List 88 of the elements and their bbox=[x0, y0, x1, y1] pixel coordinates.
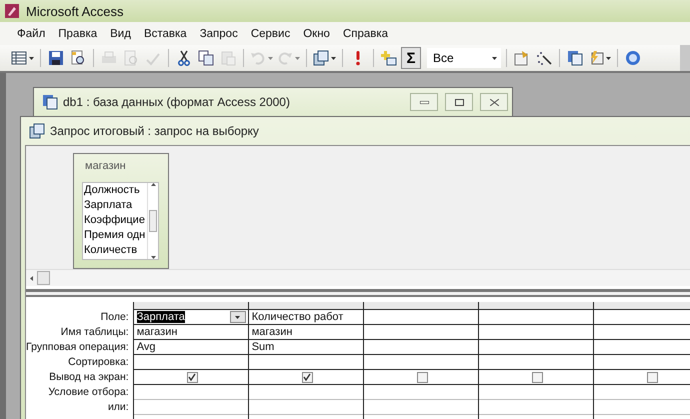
row-label: Сортировка: bbox=[67, 355, 130, 370]
minimize-icon bbox=[420, 100, 428, 104]
dropdown-arrow-icon bbox=[268, 56, 273, 60]
column-selector[interactable] bbox=[134, 302, 248, 310]
close-button[interactable] bbox=[480, 93, 508, 111]
datasheet-icon bbox=[11, 50, 27, 66]
column-selector[interactable] bbox=[594, 302, 690, 310]
row-label: Условие отбора: bbox=[47, 385, 130, 400]
database-window-icon bbox=[42, 94, 58, 110]
dropdown-arrow-icon bbox=[295, 56, 300, 60]
scroll-thumb[interactable] bbox=[149, 210, 157, 232]
checkbox[interactable] bbox=[532, 372, 543, 382]
checkbox[interactable] bbox=[646, 372, 658, 382]
exclamation-icon bbox=[354, 50, 362, 66]
scroll-left-icon[interactable] bbox=[30, 276, 33, 280]
menu-item[interactable]: Файл bbox=[12, 26, 54, 42]
dropdown-button[interactable] bbox=[230, 311, 246, 323]
checkbox[interactable] bbox=[416, 372, 428, 382]
properties-icon bbox=[514, 50, 530, 66]
grid-cell[interactable] bbox=[364, 370, 478, 385]
grid-cell[interactable]: Количество работ bbox=[248, 310, 363, 325]
save-icon bbox=[48, 50, 64, 66]
query-icon bbox=[29, 123, 45, 139]
grid-cell[interactable] bbox=[248, 370, 363, 385]
grid-cell[interactable]: магазин bbox=[248, 325, 363, 340]
row-label: Вывод на экран: bbox=[48, 370, 130, 385]
help-icon bbox=[625, 50, 641, 66]
undo-icon bbox=[250, 50, 266, 66]
scroll-thumb[interactable] bbox=[37, 271, 50, 285]
app-title: Microsoft Access bbox=[26, 4, 124, 18]
new-object-icon bbox=[588, 50, 604, 66]
window-title: Запрос итоговый : запрос на выборку bbox=[50, 124, 259, 138]
row-label: Поле: bbox=[100, 310, 130, 325]
menu-item[interactable]: Запрос bbox=[194, 26, 246, 42]
copy-icon bbox=[198, 50, 214, 66]
table-name: магазин bbox=[84, 160, 127, 174]
close-icon bbox=[490, 98, 498, 106]
grid-cell[interactable] bbox=[134, 370, 248, 385]
field-item[interactable]: Должность bbox=[84, 183, 147, 198]
database-window-icon bbox=[567, 50, 583, 66]
toolbar-grip[interactable] bbox=[680, 45, 690, 71]
field-item[interactable]: Количеств bbox=[84, 243, 147, 258]
grid-cell[interactable] bbox=[594, 370, 690, 385]
menu-item[interactable]: Окно bbox=[298, 26, 338, 42]
grid-cell[interactable]: магазин bbox=[134, 325, 248, 340]
column-selector[interactable] bbox=[248, 302, 363, 310]
grid-cell[interactable]: Зарплата bbox=[134, 310, 248, 325]
checkbox[interactable] bbox=[186, 372, 198, 382]
menu-item[interactable]: Вставка bbox=[138, 26, 195, 42]
totals-button[interactable]: Σ bbox=[401, 47, 421, 69]
dropdown-arrow-icon bbox=[492, 56, 497, 60]
dropdown-arrow-icon bbox=[331, 56, 336, 60]
dropdown-arrow-icon bbox=[235, 316, 240, 318]
grid-cell[interactable]: Avg bbox=[134, 340, 248, 355]
row-label: или: bbox=[106, 400, 130, 415]
menu-item[interactable]: Сервис bbox=[246, 26, 298, 42]
show-table-icon bbox=[381, 50, 397, 66]
printer-icon bbox=[101, 50, 117, 66]
menu-item[interactable]: Справка bbox=[338, 26, 396, 42]
scroll-up-icon[interactable] bbox=[150, 183, 156, 186]
file-search-icon bbox=[70, 50, 86, 66]
scroll-down-icon[interactable] bbox=[150, 256, 156, 259]
field-item[interactable]: Коэффицие bbox=[84, 213, 147, 228]
field-item[interactable]: Премия одн bbox=[84, 228, 147, 243]
window-title: db1 : база данных (формат Access 2000) bbox=[63, 95, 290, 109]
row-label: Имя таблицы: bbox=[60, 325, 130, 340]
print-preview-icon bbox=[123, 50, 139, 66]
grid-cell[interactable] bbox=[478, 370, 593, 385]
grid-cell[interactable]: Sum bbox=[248, 340, 363, 355]
scissors-icon bbox=[176, 50, 192, 66]
app-icon bbox=[4, 3, 20, 19]
paste-icon bbox=[220, 50, 236, 66]
maximize-icon bbox=[454, 98, 464, 106]
top-values-combo[interactable]: Все bbox=[427, 48, 501, 68]
wand-icon bbox=[536, 50, 552, 66]
menu-item[interactable]: Вид bbox=[105, 26, 139, 42]
checkbox[interactable] bbox=[302, 372, 313, 382]
query-type-icon bbox=[313, 50, 329, 66]
row-label: Групповая операция: bbox=[26, 340, 130, 355]
menu-item[interactable]: Правка bbox=[53, 26, 106, 42]
column-selector[interactable] bbox=[364, 302, 478, 310]
dropdown-arrow-icon bbox=[29, 56, 34, 60]
field-item[interactable]: Зарплата bbox=[84, 198, 147, 213]
dropdown-arrow-icon bbox=[606, 56, 611, 60]
minimize-button[interactable] bbox=[410, 93, 438, 111]
maximize-button[interactable] bbox=[445, 93, 473, 111]
redo-icon bbox=[277, 50, 293, 66]
column-selector[interactable] bbox=[478, 302, 593, 310]
